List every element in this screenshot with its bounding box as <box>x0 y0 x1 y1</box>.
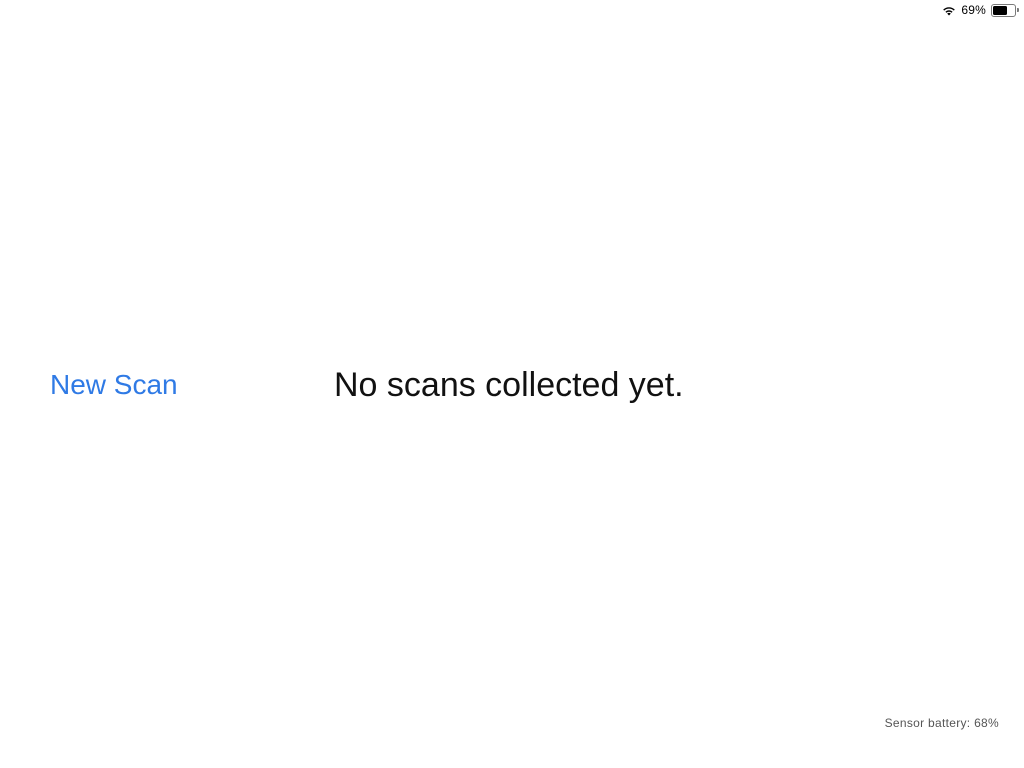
sensor-battery-status: Sensor battery: 68% <box>884 716 999 730</box>
battery-tip <box>1017 8 1019 12</box>
wifi-icon <box>943 6 956 15</box>
battery-percentage: 69% <box>961 3 986 17</box>
empty-state-message: No scans collected yet. <box>334 366 684 404</box>
battery-fill <box>993 5 1008 15</box>
app-screen: 69% New Scan No scans collected yet. Sen… <box>0 0 1024 768</box>
battery-icon <box>991 3 1019 17</box>
new-scan-button[interactable]: New Scan <box>50 368 178 402</box>
status-bar: 69% <box>942 0 1024 20</box>
battery-body <box>991 3 1016 17</box>
